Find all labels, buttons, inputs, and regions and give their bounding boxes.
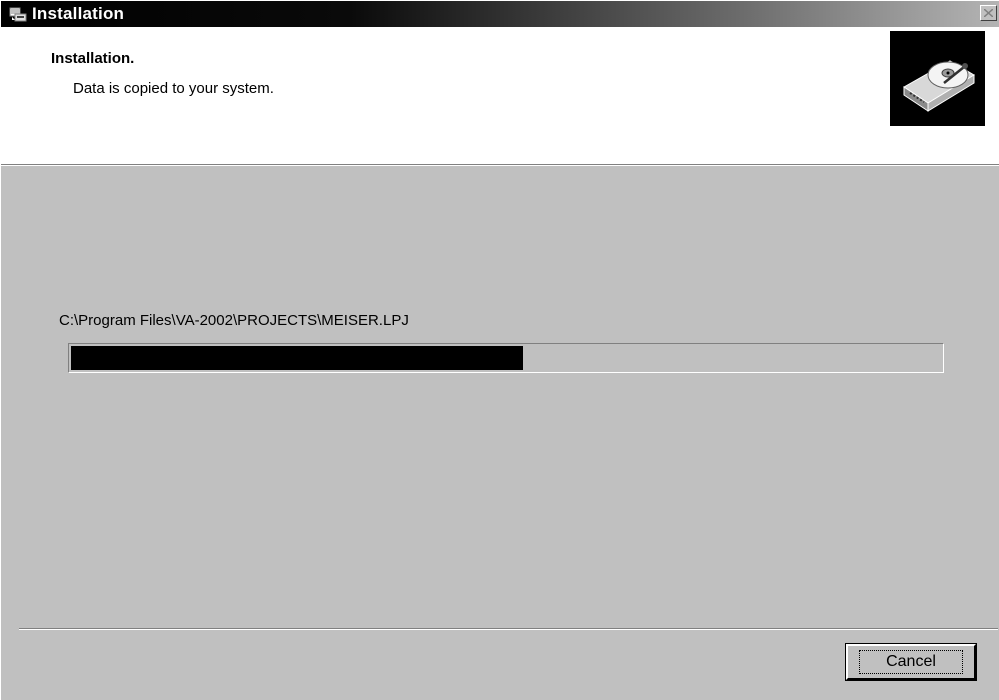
close-icon xyxy=(984,9,993,17)
installer-icon xyxy=(9,7,27,22)
hard-disk-icon xyxy=(890,31,985,126)
cancel-button-label: Cancel xyxy=(859,650,963,674)
current-file-label: C:\Program Files\VA-2002\PROJECTS\MEISER… xyxy=(59,312,409,329)
header-panel: Installation. Data is copied to your sys… xyxy=(1,27,999,165)
button-area-separator xyxy=(19,628,998,630)
header-separator xyxy=(1,165,999,166)
progress-bar xyxy=(68,343,944,373)
installation-window: Installation Installation. Data is copie… xyxy=(0,0,999,700)
title-bar[interactable]: Installation xyxy=(1,1,999,27)
cancel-button[interactable]: Cancel xyxy=(845,643,977,681)
window-title: Installation xyxy=(32,4,125,23)
progress-fill xyxy=(71,346,523,370)
close-button[interactable] xyxy=(980,5,997,21)
header-title: Installation. xyxy=(51,50,135,67)
header-subtitle: Data is copied to your system. xyxy=(73,80,274,97)
